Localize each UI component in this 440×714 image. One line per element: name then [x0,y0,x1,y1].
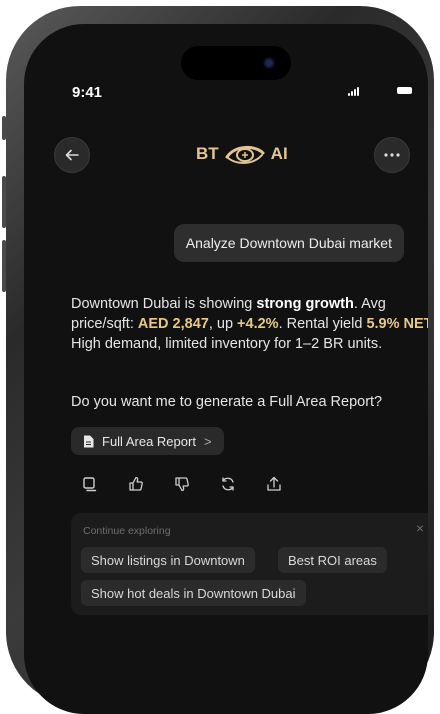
brand-left: BT [196,144,219,163]
share-icon [267,476,281,491]
answer-change: +4.2% [237,316,279,332]
brand-right: AI [270,144,288,163]
document-icon [84,435,94,447]
dislike-button[interactable] [172,475,192,493]
answer-text-3: , up [208,316,238,332]
answer-price: AED 2,847 [137,316,209,332]
share-button[interactable] [264,475,284,493]
status-time: 9:41 [72,84,103,101]
phone-screen: 9:41 BT AI Analyze Downtown Dubai market… [24,24,428,714]
full-area-report-button[interactable]: Full Area Report > [71,427,224,455]
back-button[interactable] [54,137,90,173]
thumbs-up-icon [129,476,143,491]
user-message-text: Analyze Downtown Dubai market [185,235,392,251]
chevron-right-icon: > [203,433,212,449]
suggestion-show-listings[interactable]: Show listings in Downtown [81,547,255,573]
assistant-answer: Downtown Dubai is showing strong growth.… [71,294,428,354]
report-button-label: Full Area Report [102,433,196,449]
answer-highlight-growth: strong growth [256,296,354,312]
phone-volume-up [2,176,6,228]
user-message-bubble: Analyze Downtown Dubai market [173,224,404,262]
continue-exploring-title: Continue exploring [83,525,171,537]
thumbs-down-icon [175,477,189,492]
eye-logo-icon [225,146,265,164]
answer-text-4: . Rental yield [278,316,367,332]
continue-exploring-panel: Continue exploring × Show listings in Do… [71,513,428,615]
like-button[interactable] [126,475,146,493]
phone-volume-down [2,240,6,292]
copy-button[interactable] [80,475,100,493]
suggestion-best-roi[interactable]: Best ROI areas [278,547,387,573]
message-actions [80,475,284,493]
regenerate-button[interactable] [218,475,238,493]
camera-icon [263,57,275,69]
phone-side-button [2,116,6,140]
battery-icon [397,87,412,94]
suggestion-hot-deals[interactable]: Show hot deals in Downtown Dubai [81,580,306,606]
answer-text-1: Downtown Dubai is showing [71,296,257,312]
assistant-question: Do you want me to generate a Full Area R… [71,394,383,410]
more-button[interactable] [374,137,410,173]
dynamic-island [181,46,291,80]
more-horizontal-icon [384,153,400,157]
close-icon[interactable]: × [411,519,428,537]
copy-icon [83,477,97,492]
refresh-icon [222,477,234,491]
arrow-left-icon [65,149,79,161]
phone-frame: 9:41 BT AI Analyze Downtown Dubai market… [2,6,434,714]
answer-yield: 5.9% NET [366,316,428,332]
brand-logo: BT AI [196,142,312,166]
